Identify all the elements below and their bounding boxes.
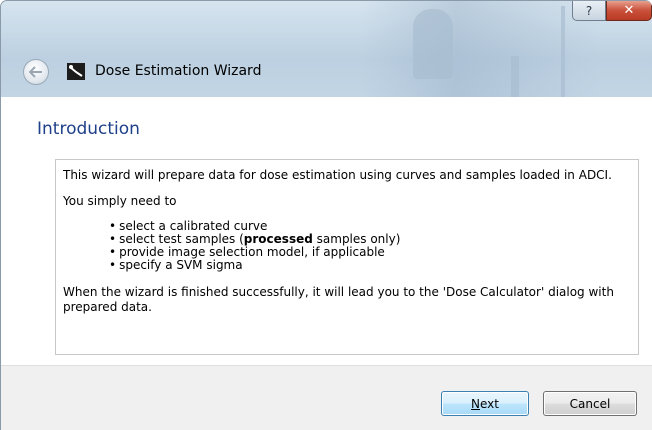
app-icon [67,63,85,80]
title-bar[interactable] [1,1,652,97]
page-heading: Introduction [37,119,140,139]
list-item-text-tail: samples only) [312,232,401,246]
close-icon: ✕ [623,3,635,18]
cancel-button[interactable]: Cancel [543,391,637,416]
app-logo-icon [67,63,85,80]
next-button-label: Next [471,396,499,411]
list-item-text: select test samples ( [119,232,244,246]
requirements-list: • select a calibrated curve • select test … [63,220,632,272]
wizard-window: ? ✕ Dose Estimation Wizard Introduction … [0,0,652,430]
header-decoration-shape [561,6,565,97]
list-item-text: specify a SVM sigma [119,258,243,272]
list-item-text: select a calibrated curve [119,219,268,233]
intro-paragraph: This wizard will prepare data for dose e… [63,168,612,182]
lead-paragraph: You simply need to [63,194,177,208]
back-button[interactable] [23,59,49,85]
window-title: Dose Estimation Wizard [95,63,262,79]
closing-paragraph: When the wizard is finished successfully… [63,285,614,314]
list-item: • specify a SVM sigma [109,258,243,272]
help-button[interactable]: ? [572,1,606,21]
list-item-emphasis: processed [243,232,313,246]
back-arrow-icon [29,66,42,78]
close-button[interactable]: ✕ [606,1,652,21]
help-icon: ? [585,3,593,18]
next-button[interactable]: Next [441,391,529,416]
list-item-text: provide image selection model, if applic… [119,245,385,259]
header-decoration-shape [413,9,453,79]
caption-buttons: ? ✕ [572,1,652,21]
header-decoration [361,1,601,97]
description-box: This wizard will prepare data for dose e… [55,159,639,355]
cancel-button-label: Cancel [569,396,611,411]
header-decoration-shape [511,56,519,97]
